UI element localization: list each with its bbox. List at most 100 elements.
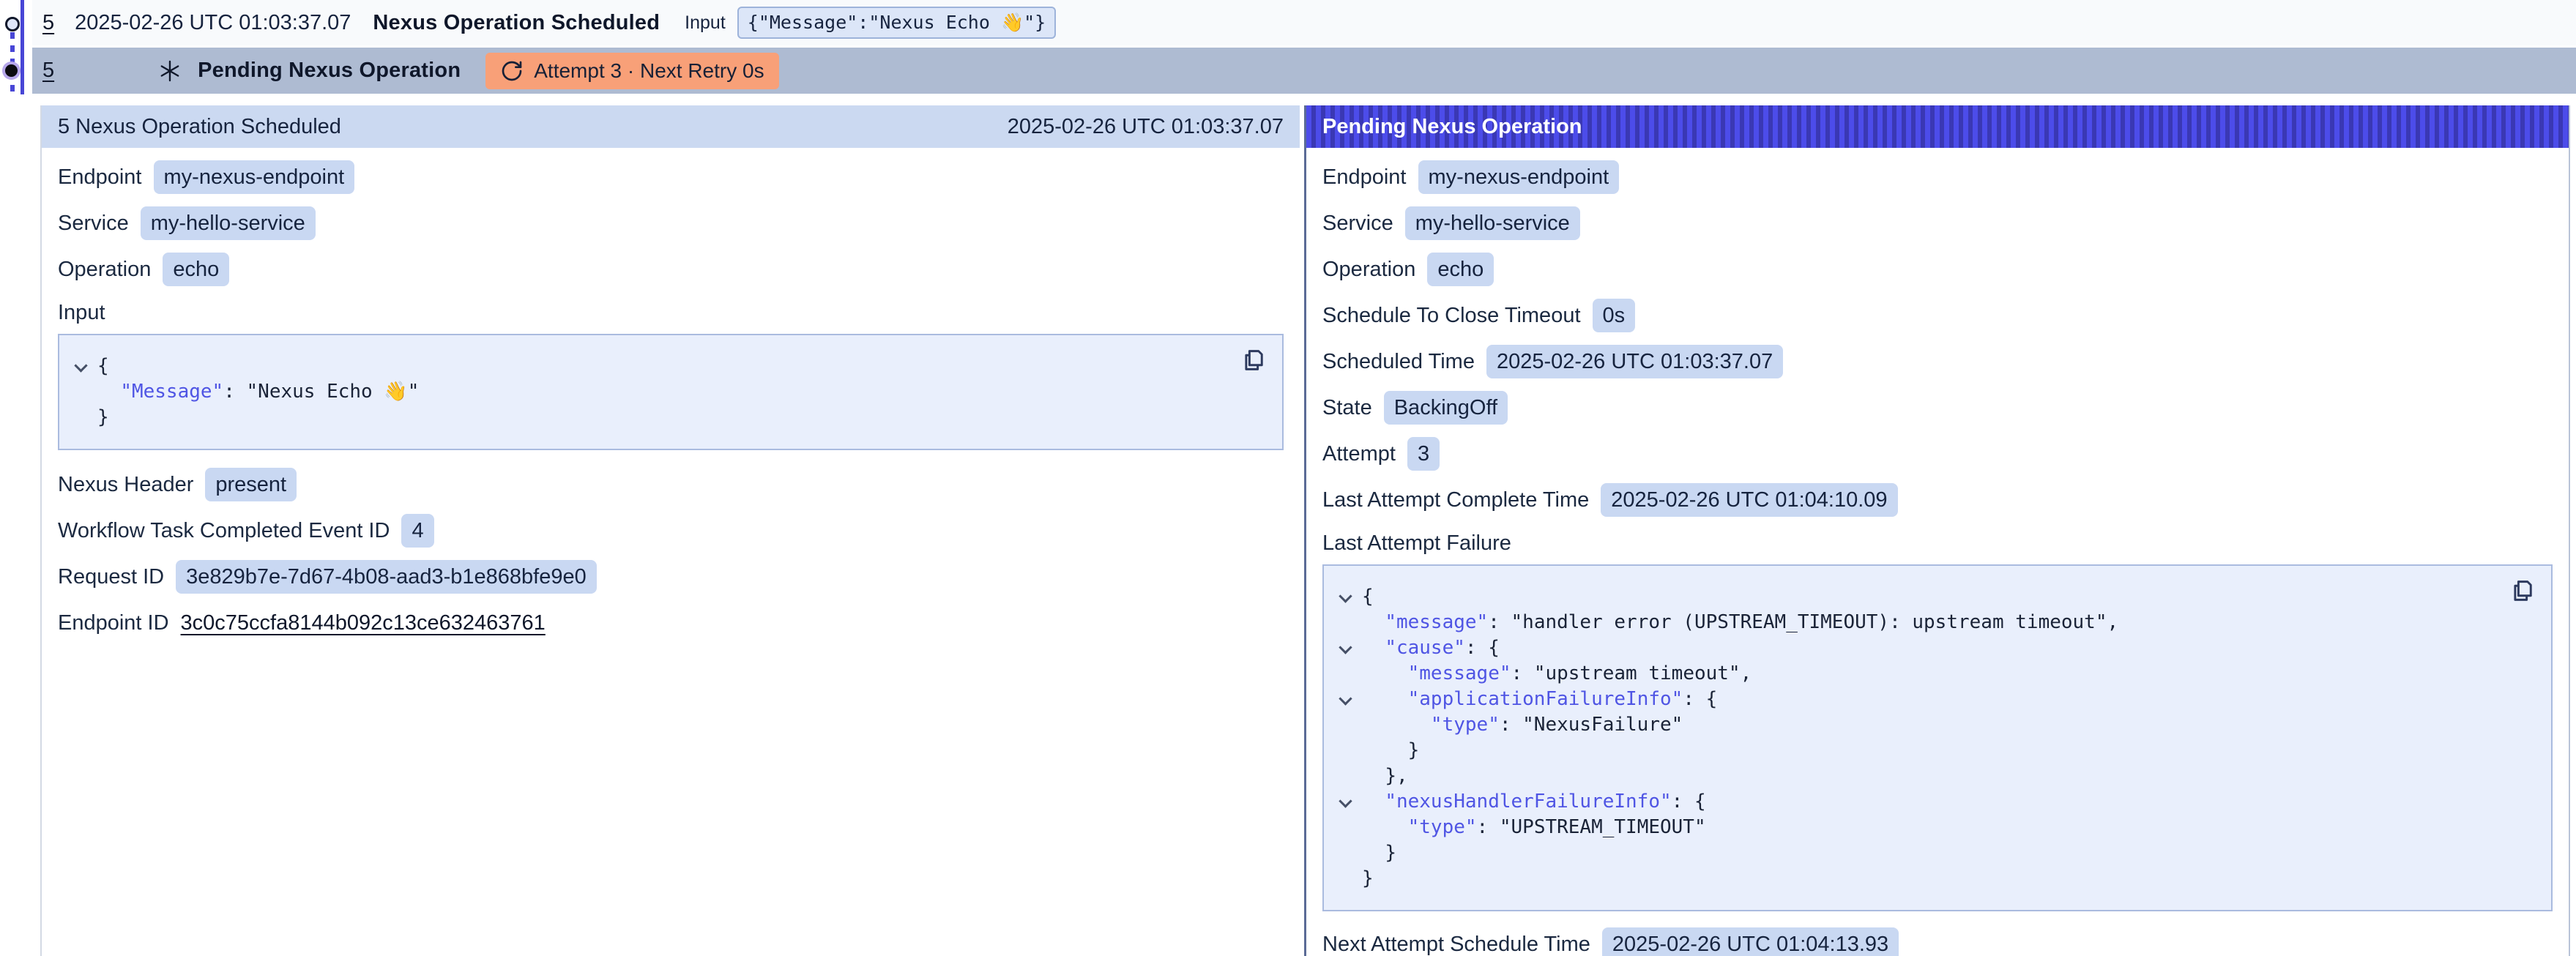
- code-line: "type": "UPSTREAM_TIMEOUT": [1333, 815, 2493, 840]
- code-line: "Message": "Nexus Echo 👋": [68, 379, 1224, 405]
- scheduled-panel-time: 2025-02-26 UTC 01:03:37.07: [1008, 115, 1284, 139]
- code-line: "message": "upstream timeout",: [1333, 661, 2493, 687]
- event-input-label: Input: [685, 12, 726, 34]
- field-value-chip: 3e829b7e-7d67-4b08-aad3-b1e868bfe9e0: [176, 560, 597, 594]
- code-line: }: [1333, 738, 2493, 763]
- field-nexus-header: Nexus Header present: [58, 468, 1284, 501]
- field-label: Next Attempt Schedule Time: [1322, 933, 1590, 956]
- failure-code-block: { "message": "handler error (UPSTREAM_TI…: [1322, 564, 2553, 911]
- code-line: }: [68, 405, 1224, 430]
- pending-asterisk-icon: [158, 59, 182, 83]
- scheduled-panel-header: 5 Nexus Operation Scheduled 2025-02-26 U…: [42, 105, 1300, 148]
- pending-operation-panel: Pending Nexus Operation Endpoint my-nexu…: [1304, 105, 2570, 956]
- code-line: },: [1333, 763, 2493, 789]
- field-value-chip: 2025-02-26 UTC 01:04:13.93: [1602, 927, 1899, 956]
- field-label: Service: [1322, 212, 1393, 236]
- field-scheduled-time: Scheduled Time 2025-02-26 UTC 01:03:37.0…: [1322, 345, 2553, 378]
- event-detail-panels: 5 Nexus Operation Scheduled 2025-02-26 U…: [40, 105, 2570, 956]
- endpoint-id-link[interactable]: 3c0c75ccfa8144b092c13ce632463761: [181, 611, 546, 635]
- code-line: {: [68, 354, 1224, 379]
- field-label: Nexus Header: [58, 473, 193, 497]
- field-operation: Operation echo: [1322, 253, 2553, 286]
- code-line: "message": "handler error (UPSTREAM_TIME…: [1333, 610, 2493, 635]
- field-label: State: [1322, 396, 1372, 420]
- pending-panel-title: Pending Nexus Operation: [1322, 115, 1582, 139]
- input-section-label: Input: [58, 301, 1284, 325]
- field-label: Schedule To Close Timeout: [1322, 304, 1581, 328]
- field-value-chip: my-hello-service: [141, 206, 316, 240]
- field-label: Workflow Task Completed Event ID: [58, 519, 390, 543]
- event-filled-dot-icon: [5, 64, 18, 77]
- copy-icon[interactable]: [1240, 347, 1267, 375]
- event-row-pending[interactable]: 5 Pending Nexus Operation Attempt 3 · Ne…: [32, 48, 2576, 94]
- field-value-chip: 4: [401, 514, 433, 548]
- field-label: Endpoint: [58, 165, 142, 190]
- event-row-scheduled[interactable]: 5 2025-02-26 UTC 01:03:37.07 Nexus Opera…: [32, 0, 2576, 45]
- event-open-circle-icon: [5, 17, 20, 31]
- collapse-chevron-icon[interactable]: [1333, 584, 1362, 610]
- field-value-chip: my-nexus-endpoint: [154, 160, 355, 194]
- field-endpoint: Endpoint my-nexus-endpoint: [58, 160, 1284, 194]
- field-operation: Operation echo: [58, 253, 1284, 286]
- timeline-dashed-line: [10, 32, 15, 94]
- field-value-chip: my-nexus-endpoint: [1418, 160, 1620, 194]
- copy-icon[interactable]: [2509, 578, 2536, 605]
- field-next-attempt-schedule-time: Next Attempt Schedule Time 2025-02-26 UT…: [1322, 927, 2553, 956]
- field-label: Last Attempt Complete Time: [1322, 488, 1589, 512]
- collapse-chevron-icon[interactable]: [68, 354, 97, 379]
- input-code-block: { "Message": "Nexus Echo 👋" }: [58, 334, 1284, 450]
- code-line: }: [1333, 840, 2493, 866]
- collapse-chevron-icon[interactable]: [1333, 789, 1362, 815]
- field-value-chip: echo: [163, 253, 229, 286]
- pending-id-link[interactable]: 5: [42, 59, 54, 83]
- field-label: Service: [58, 212, 129, 236]
- event-history-rows: 5 2025-02-26 UTC 01:03:37.07 Nexus Opera…: [32, 0, 2576, 94]
- field-label: Endpoint: [1322, 165, 1407, 190]
- field-endpoint: Endpoint my-nexus-endpoint: [1322, 160, 2553, 194]
- field-attempt: Attempt 3: [1322, 437, 2553, 471]
- field-label: Operation: [58, 258, 151, 282]
- field-wft-completed-event-id: Workflow Task Completed Event ID 4: [58, 514, 1284, 548]
- pending-panel-header: Pending Nexus Operation: [1306, 105, 2569, 148]
- code-line: "nexusHandlerFailureInfo": {: [1333, 789, 2493, 815]
- field-value-chip: 2025-02-26 UTC 01:03:37.07: [1486, 345, 1783, 378]
- field-label: Endpoint ID: [58, 611, 169, 635]
- field-label: Operation: [1322, 258, 1415, 282]
- code-line: {: [1333, 584, 2493, 610]
- event-input-chip[interactable]: {"Message":"Nexus Echo 👋"}: [737, 7, 1056, 39]
- field-request-id: Request ID 3e829b7e-7d67-4b08-aad3-b1e86…: [58, 560, 1284, 594]
- scheduled-event-panel: 5 Nexus Operation Scheduled 2025-02-26 U…: [40, 105, 1300, 956]
- timeline-gutter: [0, 0, 32, 97]
- field-value-chip: 2025-02-26 UTC 01:04:10.09: [1601, 483, 1897, 517]
- field-value-chip: BackingOff: [1384, 391, 1508, 425]
- event-time: 2025-02-26 UTC 01:03:37.07: [75, 11, 351, 35]
- field-value-chip: my-hello-service: [1405, 206, 1580, 240]
- field-value-chip: 3: [1407, 437, 1440, 471]
- field-label: Scheduled Time: [1322, 350, 1475, 374]
- field-label: Attempt: [1322, 442, 1396, 466]
- code-line: "cause": {: [1333, 635, 2493, 661]
- event-title: Nexus Operation Scheduled: [373, 11, 660, 35]
- code-line: "applicationFailureInfo": {: [1333, 687, 2493, 712]
- field-value-chip: echo: [1427, 253, 1494, 286]
- code-line: }: [1333, 866, 2493, 892]
- failure-section-label: Last Attempt Failure: [1322, 531, 2553, 556]
- field-value-chip: present: [205, 468, 297, 501]
- timeline-line: [21, 0, 24, 94]
- scheduled-panel-title: 5 Nexus Operation Scheduled: [58, 115, 341, 139]
- collapse-chevron-icon[interactable]: [1333, 687, 1362, 712]
- field-label: Request ID: [58, 565, 164, 589]
- retry-icon: [500, 59, 524, 83]
- retry-badge: Attempt 3 · Next Retry 0s: [485, 53, 778, 89]
- field-value-chip: 0s: [1593, 299, 1636, 332]
- field-last-attempt-complete-time: Last Attempt Complete Time 2025-02-26 UT…: [1322, 483, 2553, 517]
- code-line: "type": "NexusFailure": [1333, 712, 2493, 738]
- pending-title: Pending Nexus Operation: [198, 59, 461, 83]
- collapse-chevron-icon[interactable]: [1333, 635, 1362, 661]
- retry-badge-label: Attempt 3 · Next Retry 0s: [534, 59, 764, 83]
- field-endpoint-id: Endpoint ID 3c0c75ccfa8144b092c13ce63246…: [58, 606, 1284, 640]
- field-schedule-to-close-timeout: Schedule To Close Timeout 0s: [1322, 299, 2553, 332]
- field-service: Service my-hello-service: [58, 206, 1284, 240]
- event-id-link[interactable]: 5: [42, 11, 54, 35]
- field-state: State BackingOff: [1322, 391, 2553, 425]
